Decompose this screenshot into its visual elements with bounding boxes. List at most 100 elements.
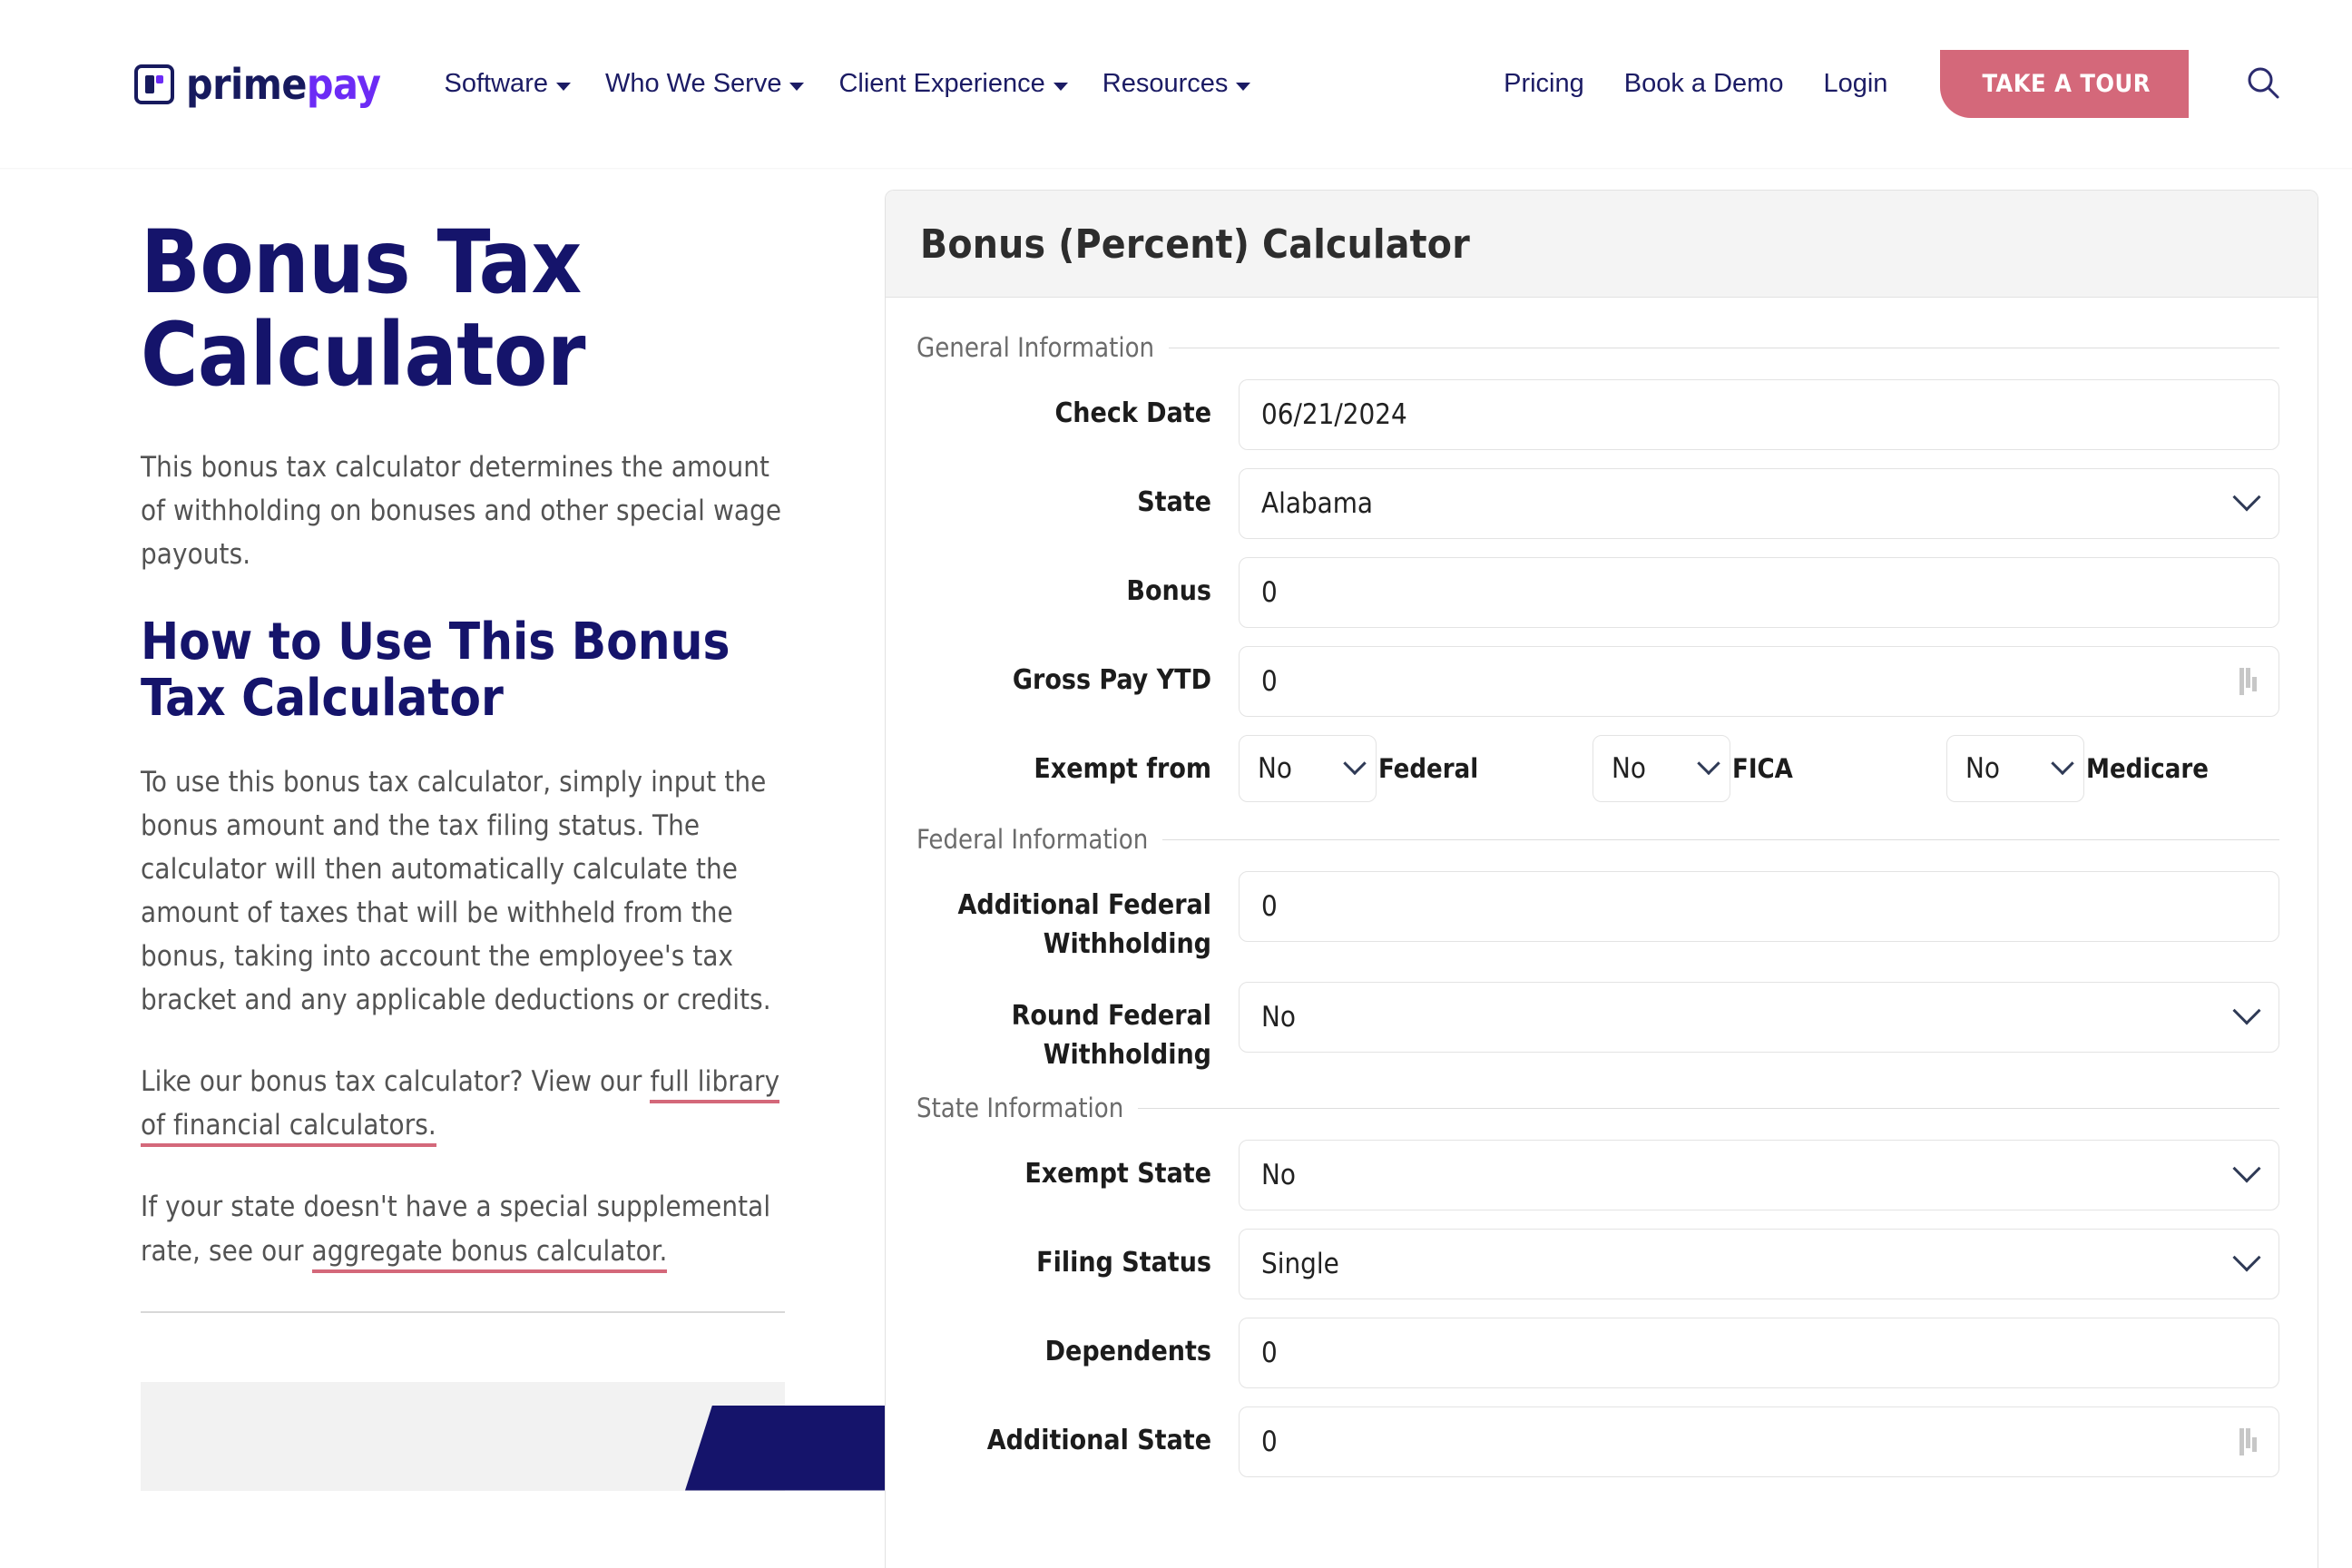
legend-label: State Information — [916, 1093, 1124, 1124]
dependents-input[interactable]: 0 — [1239, 1318, 2279, 1389]
form-row-dependents: Dependents 0 — [916, 1318, 2279, 1389]
chevron-down-icon — [2232, 483, 2261, 512]
calculator-card: Bonus (Percent) Calculator General Infor… — [885, 190, 2318, 1568]
legend-federal-information: Federal Information — [916, 824, 2279, 855]
gross-pay-ytd-input[interactable]: 0 — [1239, 646, 2279, 717]
bonus-value: 0 — [1261, 576, 1278, 609]
promo-card — [141, 1381, 957, 1491]
form-row-additional-state: Additional State 0 — [916, 1406, 2279, 1478]
form-row-exempt-from: Exempt from No Federal No FICA No Medica… — [916, 735, 2279, 806]
how-to-paragraph: To use this bonus tax calculator, simply… — [141, 766, 771, 1017]
calculator-body: General Information Check Date 06/21/202… — [886, 298, 2318, 1478]
exempt-fica-value: No — [1612, 752, 1646, 785]
library-prefix-text: Like our bonus tax calculator? View our — [141, 1065, 651, 1099]
state-select[interactable]: Alabama — [1239, 468, 2279, 539]
search-icon — [2245, 64, 2281, 103]
form-row-filing-status: Filing Status Single — [916, 1229, 2279, 1300]
exempt-state-select[interactable]: No — [1239, 1140, 2279, 1211]
label-additional-federal-withholding: Additional Federal Withholding — [957, 889, 1211, 960]
article-column: Bonus Tax Calculator This bonus tax calc… — [0, 168, 957, 1491]
control-wrap-additional-state: 0 — [1239, 1406, 2279, 1478]
state-value: Alabama — [1261, 487, 1373, 520]
page-title: Bonus Tax Calculator — [141, 211, 586, 406]
exempt-state-value: No — [1261, 1159, 1296, 1192]
exempt-federal-label: Federal — [1378, 753, 1479, 784]
label-exempt-state: Exempt State — [1024, 1158, 1211, 1191]
control-wrap-filing-status: Single — [1239, 1229, 2279, 1300]
additional-state-input[interactable]: 0 — [1239, 1406, 2279, 1478]
how-to-heading: How to Use This Bonus Tax Calculator — [141, 612, 730, 729]
exempt-federal-value: No — [1258, 752, 1292, 785]
legend-general-information: General Information — [916, 332, 2279, 363]
round-federal-withholding-select[interactable]: No — [1239, 982, 2279, 1054]
nav-item-software[interactable]: Software — [445, 69, 571, 99]
dependents-value: 0 — [1261, 1337, 1278, 1370]
label-dependents: Dependents — [1044, 1336, 1211, 1368]
control-wrap-round-federal-withholding: No — [1239, 982, 2279, 1054]
nav-item-label: Client Experience — [838, 69, 1045, 98]
exempt-fica-label: FICA — [1732, 753, 1793, 784]
chevron-down-icon — [2232, 1243, 2261, 1272]
aggregate-bonus-calculator-link[interactable]: aggregate bonus calculator. — [311, 1234, 668, 1273]
search-button[interactable] — [2238, 59, 2288, 110]
chevron-down-icon — [2051, 751, 2074, 776]
header-link-login[interactable]: Login — [1823, 69, 1887, 99]
header-link-book-a-demo[interactable]: Book a Demo — [1624, 69, 1784, 99]
primepay-logo[interactable]: primepay — [134, 64, 381, 105]
exempt-from-group: No Federal No FICA No Medicare — [1239, 735, 2279, 802]
control-wrap-bonus: 0 — [1239, 557, 2279, 628]
check-date-value: 06/21/2024 — [1261, 398, 1407, 431]
control-wrap-additional-federal-withholding: 0 — [1239, 871, 2279, 942]
take-a-tour-button[interactable]: TAKE A TOUR — [1940, 50, 2189, 118]
chevron-down-icon — [1343, 751, 1367, 776]
control-wrap-exempt-state: No — [1239, 1140, 2279, 1211]
page-content: Bonus Tax Calculator This bonus tax calc… — [0, 168, 2352, 1568]
exempt-federal-group: No Federal — [1239, 735, 1592, 802]
calculator-header: Bonus (Percent) Calculator — [886, 191, 2318, 298]
stepper-icon[interactable] — [2239, 1428, 2257, 1456]
form-row-exempt-state: Exempt State No — [916, 1140, 2279, 1211]
legend-label: Federal Information — [916, 824, 1149, 855]
legend-label: General Information — [916, 332, 1155, 363]
nav-item-resources[interactable]: Resources — [1102, 69, 1251, 99]
check-date-input[interactable]: 06/21/2024 — [1239, 379, 2279, 450]
calculator-column: Bonus (Percent) Calculator General Infor… — [885, 168, 2352, 1568]
control-wrap-gross-pay-ytd: 0 — [1239, 646, 2279, 717]
primepay-mark-icon — [134, 64, 174, 104]
main-nav: Software Who We Serve Client Experience … — [445, 69, 1251, 99]
label-state: State — [1137, 486, 1211, 518]
chevron-down-icon — [789, 82, 805, 91]
chevron-down-icon — [1697, 751, 1720, 776]
logo-word-pay: pay — [306, 59, 381, 109]
calculator-title: Bonus (Percent) Calculator — [920, 221, 1470, 268]
exempt-fica-group: No FICA — [1592, 735, 1946, 802]
article-divider — [141, 1310, 785, 1313]
stepper-icon[interactable] — [2239, 668, 2257, 695]
nav-item-label: Resources — [1102, 69, 1229, 98]
nav-item-client-experience[interactable]: Client Experience — [838, 69, 1068, 99]
intro-paragraph: This bonus tax calculator determines the… — [141, 450, 782, 571]
exempt-medicare-select[interactable]: No — [1946, 735, 2084, 802]
filing-status-select[interactable]: Single — [1239, 1229, 2279, 1300]
form-row-round-federal-withholding: Round Federal Withholding No — [916, 982, 2279, 1074]
nav-item-label: Software — [444, 69, 548, 98]
filing-status-value: Single — [1261, 1248, 1339, 1281]
form-row-check-date: Check Date 06/21/2024 — [916, 379, 2279, 450]
form-row-state: State Alabama — [916, 468, 2279, 539]
exempt-medicare-group: No Medicare — [1946, 735, 2300, 802]
additional-federal-withholding-input[interactable]: 0 — [1239, 871, 2279, 942]
bonus-input[interactable]: 0 — [1239, 557, 2279, 628]
gross-pay-ytd-value: 0 — [1261, 665, 1278, 698]
nav-item-who-we-serve[interactable]: Who We Serve — [604, 69, 805, 99]
additional-state-value: 0 — [1261, 1426, 1278, 1459]
nav-item-label: Who We Serve — [604, 69, 782, 98]
exempt-fica-select[interactable]: No — [1592, 735, 1730, 802]
control-wrap-exempt-from: No Federal No FICA No Medicare — [1239, 735, 2279, 802]
form-row-bonus: Bonus 0 — [916, 557, 2279, 628]
control-wrap-state: Alabama — [1239, 468, 2279, 539]
header-link-pricing[interactable]: Pricing — [1504, 69, 1584, 99]
site-header: primepay Software Who We Serve Client Ex… — [0, 0, 2352, 168]
control-wrap-dependents: 0 — [1239, 1318, 2279, 1389]
chevron-down-icon — [1236, 82, 1251, 91]
exempt-federal-select[interactable]: No — [1239, 735, 1377, 802]
